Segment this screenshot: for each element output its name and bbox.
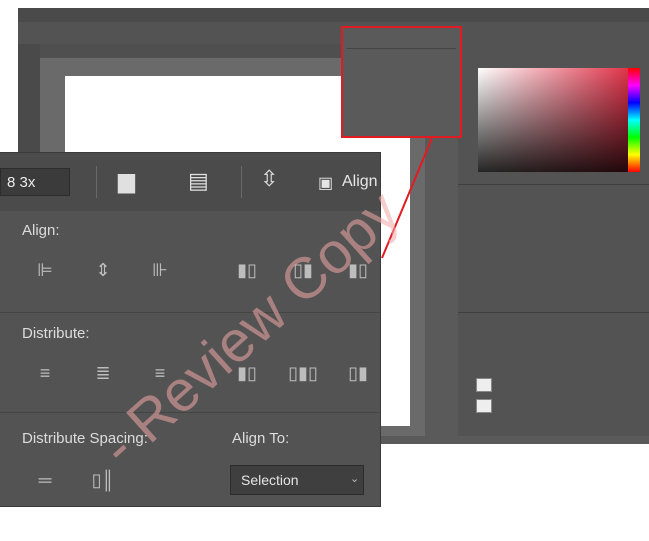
align-right-edges-icon[interactable]: ⊪ (145, 260, 175, 281)
chevron-down-icon[interactable]: ⌄ (350, 472, 359, 485)
align-vertical-centers-icon[interactable]: ▯▮ (288, 260, 318, 281)
distribute-right-icon[interactable]: ▯▮ (343, 363, 373, 384)
align-toggle-label: Align (342, 173, 378, 190)
mini-panel-divider (347, 48, 456, 49)
align-to-dropdown[interactable]: Selection (230, 465, 364, 495)
align-horizontal-centers-icon[interactable]: ⇕ (88, 260, 118, 281)
layer-thumbnail[interactable] (476, 378, 492, 392)
transform-icon[interactable]: ⇳ (260, 166, 278, 192)
distribute-vertical-space-icon[interactable]: ═ (30, 470, 60, 491)
align-checkbox-icon[interactable]: ▣ (318, 173, 333, 193)
color-picker-field[interactable] (478, 68, 628, 172)
value-field[interactable]: 8 3x (0, 168, 70, 196)
align-bottom-edges-icon[interactable]: ▮▯ (343, 260, 373, 281)
distribute-horizontal-space-icon[interactable]: ▯║ (88, 470, 118, 491)
distribute-top-icon[interactable]: ≡ (30, 363, 60, 384)
align-top-edges-icon[interactable]: ▮▯ (232, 260, 262, 281)
distribute-spacing-label: Distribute Spacing: (22, 430, 148, 447)
align-section-label: Align: (22, 222, 60, 239)
section-divider (0, 412, 380, 413)
section-divider (0, 312, 380, 313)
distribute-vertical-centers-icon[interactable]: ≣ (88, 363, 118, 384)
align-panel-icon[interactable]: ▤ (188, 168, 209, 194)
toolbar-divider (241, 166, 242, 198)
arrange-icon[interactable]: ▆ (118, 168, 135, 194)
panel-divider (458, 184, 649, 185)
distribute-horizontal-centers-icon[interactable]: ▯▮▯ (288, 363, 318, 384)
toolbar-divider (96, 166, 97, 198)
options-bar[interactable] (18, 22, 649, 44)
distribute-bottom-icon[interactable]: ≡ (145, 363, 175, 384)
highlight-box (341, 26, 462, 138)
distribute-left-icon[interactable]: ▮▯ (232, 363, 262, 384)
panel-divider (458, 312, 649, 313)
hue-slider[interactable] (628, 68, 640, 172)
align-to-label: Align To: (232, 430, 290, 447)
layer-thumbnail[interactable] (476, 399, 492, 413)
distribute-section-label: Distribute: (22, 325, 90, 342)
menu-bar[interactable] (18, 8, 649, 22)
align-left-edges-icon[interactable]: ⊫ (30, 260, 60, 281)
